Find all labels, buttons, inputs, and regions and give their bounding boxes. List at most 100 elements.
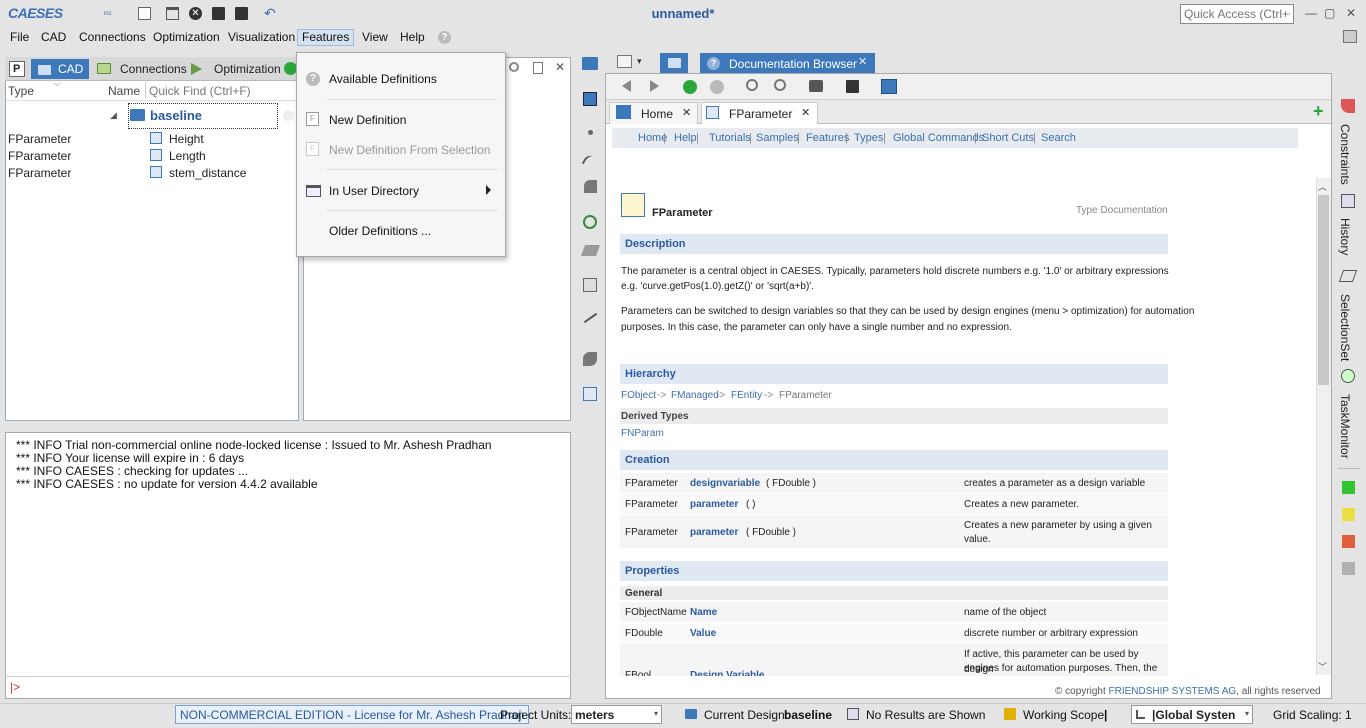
forward-icon[interactable] — [650, 80, 659, 92]
derived-types-row — [620, 408, 1168, 424]
creation-name[interactable]: parameter — [690, 525, 738, 540]
back-icon[interactable] — [622, 80, 631, 92]
command-line[interactable]: |> — [5, 676, 571, 698]
global-system-select[interactable]: |Global Systen ▾ — [1131, 705, 1253, 724]
menu-file[interactable]: File — [6, 30, 33, 47]
nav-link-help[interactable]: Help — [674, 132, 697, 144]
nav-link-samples[interactable]: Samples — [756, 132, 799, 144]
close-icon[interactable]: ✕ — [801, 106, 810, 119]
menu-visualization[interactable]: Visualization — [224, 30, 299, 47]
tree-row-name[interactable]: stem_distance — [169, 166, 246, 180]
select-tool-icon[interactable] — [583, 92, 597, 106]
layout-menu-icon[interactable] — [617, 55, 632, 68]
scroll-up-icon[interactable]: ︿ — [1318, 180, 1327, 193]
menu-connections[interactable]: Connections — [75, 30, 150, 47]
nav-link-global-commands[interactable]: Global Commands — [893, 132, 984, 144]
menu-cad[interactable]: CAD — [37, 30, 70, 47]
status-gray-icon[interactable] — [1342, 562, 1355, 575]
tab-selection-set[interactable]: SelectionSet — [1338, 294, 1352, 361]
tab-task-monitor[interactable]: TaskMonitor — [1338, 394, 1352, 459]
menu-item-new-definition-from-selection: New Definition From Selection — [329, 143, 491, 157]
connect-tool-icon[interactable] — [583, 278, 597, 292]
tab-constraints[interactable]: Constraints — [1338, 124, 1352, 185]
maximize-icon[interactable]: ▢ — [1324, 6, 1335, 20]
project-units-select[interactable]: meters ▾ — [571, 705, 662, 724]
current-design-value[interactable]: baseline — [784, 708, 832, 722]
close-icon[interactable]: ✕ — [682, 106, 691, 119]
nav-link-short-cuts[interactable]: Short Cuts — [982, 132, 1034, 144]
menu-item-available-definitions[interactable]: Available Definitions — [329, 72, 437, 86]
hierarchy-link[interactable]: FEntity — [731, 388, 762, 403]
property-name[interactable]: Value — [690, 626, 716, 641]
close-icon[interactable]: ✕ — [555, 60, 565, 74]
folder-tab-icon[interactable] — [582, 57, 598, 70]
nav-link-features[interactable]: Features — [806, 132, 849, 144]
menu-item-older-definitions[interactable]: Older Definitions ... — [329, 224, 431, 238]
curve-tool-icon[interactable] — [581, 152, 599, 170]
close-icon[interactable]: ✕ — [858, 55, 867, 68]
menu-features[interactable]: Features — [297, 29, 355, 46]
quick-find-input[interactable] — [145, 82, 297, 99]
solid-tool-icon[interactable] — [583, 352, 597, 366]
zoom-in-icon[interactable] — [774, 79, 786, 91]
search-icon[interactable] — [509, 62, 519, 72]
property-name[interactable]: Name — [690, 605, 717, 620]
nav-link-tutorials[interactable]: Tutorials — [709, 132, 751, 144]
working-scope-value[interactable]: | — [1104, 708, 1107, 722]
derived-type-link[interactable]: FNParam — [621, 426, 664, 441]
measure-tool-icon[interactable] — [583, 312, 598, 324]
feature-tool-icon[interactable] — [583, 215, 597, 229]
property-name[interactable]: Design Variable — [690, 668, 764, 676]
home-logo-icon[interactable] — [881, 79, 897, 94]
scroll-down-icon[interactable]: ﹀ — [1318, 660, 1327, 673]
stop-icon[interactable] — [710, 80, 724, 94]
grid-scaling: Grid Scaling: 1 — [1273, 708, 1352, 722]
status-green-icon[interactable] — [1342, 481, 1355, 494]
section-creation: Creation — [620, 450, 1168, 470]
menu-view[interactable]: View — [358, 30, 392, 47]
tab-p[interactable]: P — [9, 61, 25, 77]
quick-access-input[interactable] — [1180, 4, 1294, 24]
close-window-icon[interactable]: ✕ — [1346, 6, 1356, 20]
help-icon[interactable] — [283, 110, 294, 121]
folder-icon — [668, 58, 681, 68]
creation-name[interactable]: designvariable — [690, 476, 760, 491]
chevron-down-icon[interactable]: ▾ — [637, 56, 642, 67]
window-title: unnamed* — [651, 6, 715, 21]
add-tab-icon[interactable]: + — [1313, 101, 1324, 122]
monitor-icon — [97, 63, 111, 74]
tab-history[interactable]: History — [1338, 218, 1352, 255]
zoom-out-icon[interactable] — [746, 79, 758, 91]
column-type[interactable]: Type — [8, 84, 34, 98]
minimize-icon[interactable]: — — [1305, 6, 1317, 20]
hierarchy-link[interactable]: FObject — [621, 388, 656, 403]
tree-row-name[interactable]: Height — [169, 132, 204, 146]
plane-tool-icon[interactable] — [580, 245, 601, 256]
creation-name[interactable]: parameter — [690, 497, 738, 512]
edition-badge[interactable]: NON-COMMERCIAL EDITION - License for Mr.… — [175, 705, 530, 724]
help-icon[interactable]: ? — [438, 31, 451, 44]
nav-link-search[interactable]: Search — [1041, 132, 1076, 144]
nav-link-types[interactable]: Types — [854, 132, 883, 144]
restore-panel-icon[interactable] — [533, 62, 543, 74]
print-icon[interactable] — [809, 80, 823, 92]
tab-documentation-browser[interactable]: Documentation Browser — [700, 53, 875, 74]
menu-item-in-user-directory[interactable]: In User Directory — [329, 184, 419, 198]
status-yellow-icon[interactable] — [1342, 508, 1355, 521]
expand-arrow-icon[interactable]: ◢ — [110, 110, 117, 121]
status-red-icon[interactable] — [1342, 535, 1355, 548]
tree-row-name[interactable]: Length — [169, 149, 206, 163]
refresh-icon[interactable] — [683, 80, 697, 94]
column-name[interactable]: Name — [108, 84, 140, 98]
doc-scrollbar-thumb[interactable] — [1318, 195, 1329, 385]
copyright-company: FRIENDSHIP SYSTEMS AG — [1108, 686, 1237, 697]
parameter-tool-icon[interactable] — [583, 387, 597, 401]
menu-optimization[interactable]: Optimization — [149, 30, 224, 47]
hierarchy-current: FParameter — [779, 390, 832, 401]
menu-item-new-definition[interactable]: New Definition — [329, 113, 406, 127]
point-tool-icon[interactable] — [588, 130, 593, 135]
surface-tool-icon[interactable] — [584, 180, 597, 193]
menu-help[interactable]: Help — [396, 30, 429, 47]
hierarchy-link[interactable]: FManaged — [671, 388, 719, 403]
save-icon[interactable] — [846, 80, 859, 93]
